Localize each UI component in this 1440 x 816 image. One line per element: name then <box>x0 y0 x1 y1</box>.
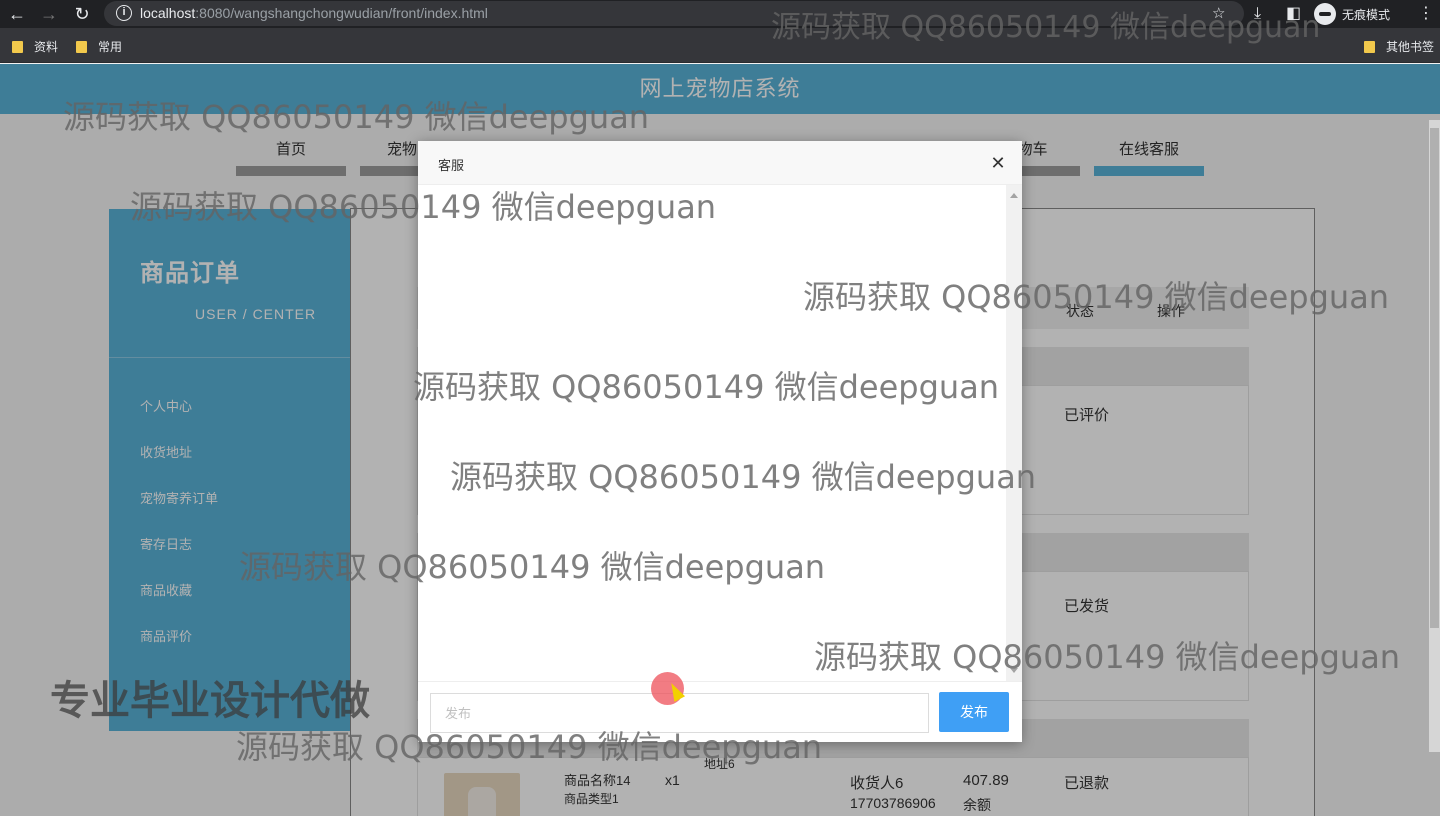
incognito-icon <box>1314 3 1336 25</box>
sidepanel-icon[interactable]: ◧ <box>1286 4 1301 24</box>
menu-kebab-icon[interactable]: ⋮ <box>1418 4 1434 24</box>
watermark-big: 专业毕业设计代做 <box>50 678 370 724</box>
customer-service-dialog: 客服 ✕ 发布 <box>418 141 1022 742</box>
chat-scrollbar[interactable] <box>1006 185 1022 681</box>
folder-icon <box>76 40 87 53</box>
close-icon[interactable]: ✕ <box>988 153 1008 173</box>
bookmark-folder-ziliao[interactable]: 资料 <box>12 38 58 55</box>
scroll-down-icon[interactable] <box>1010 668 1018 673</box>
dialog-footer: 发布 <box>418 681 1022 742</box>
bookmarks-bar: 资料 常用 其他书签 <box>0 28 1440 63</box>
dialog-header: 客服 ✕ <box>418 141 1022 185</box>
bookmark-star-icon[interactable]: ☆ <box>1212 4 1225 24</box>
back-icon[interactable]: ← <box>6 4 28 24</box>
incognito-badge[interactable]: 无痕模式 <box>1314 3 1390 25</box>
bookmark-folder-changyong[interactable]: 常用 <box>76 38 122 55</box>
bookmark-folder-other[interactable]: 其他书签 <box>1364 38 1434 55</box>
scroll-up-icon[interactable] <box>1010 193 1018 198</box>
reload-icon[interactable]: ↻ <box>71 4 93 24</box>
chat-messages[interactable] <box>418 185 1006 681</box>
folder-icon <box>12 40 23 53</box>
send-button[interactable]: 发布 <box>939 692 1009 732</box>
site-info-icon[interactable]: i <box>116 5 132 21</box>
address-bar[interactable]: i localhost:8080/wangshangchongwudian/fr… <box>104 1 1244 26</box>
forward-icon[interactable]: → <box>38 4 60 24</box>
url-text: localhost:8080/wangshangchongwudian/fron… <box>140 5 488 21</box>
dialog-title: 客服 <box>438 158 465 173</box>
download-icon[interactable]: ⤓ <box>1254 4 1261 24</box>
page-scrollbar-thumb[interactable] <box>1430 128 1439 628</box>
folder-icon <box>1364 40 1375 53</box>
browser-toolbar: ← → ↻ i localhost:8080/wangshangchongwud… <box>0 0 1440 28</box>
